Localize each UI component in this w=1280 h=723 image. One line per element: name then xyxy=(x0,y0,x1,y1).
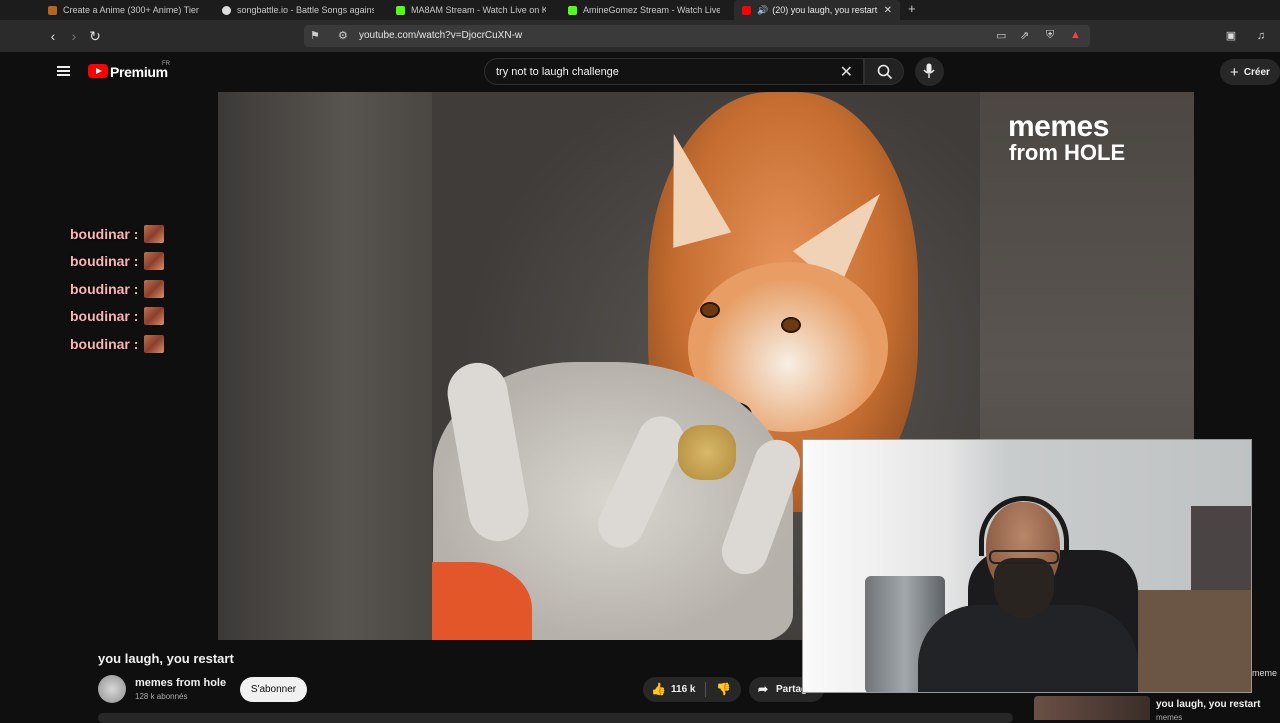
chat-message: boudinar : xyxy=(70,306,165,326)
clear-search-icon[interactable]: ✕ xyxy=(840,62,853,82)
channel-name[interactable]: memes from hole xyxy=(135,677,226,689)
close-tab-icon[interactable]: ✕ xyxy=(884,5,892,16)
video-title: you laugh, you restart xyxy=(98,651,234,666)
reload-icon[interactable]: ↻ xyxy=(86,27,104,45)
chat-message: boudinar : xyxy=(70,334,165,354)
emote-icon xyxy=(144,225,165,243)
chat-message: boudinar : xyxy=(70,251,165,271)
recommendation-thumbnail[interactable] xyxy=(1034,696,1150,720)
menu-icon[interactable] xyxy=(57,66,70,76)
streamer-body xyxy=(918,605,1138,692)
recommendation-title[interactable]: you laugh, you restart xyxy=(1156,699,1260,710)
divider xyxy=(705,682,706,697)
tab-youtube-active[interactable]: 🔊 (20) you laugh, you restart - Y ✕ xyxy=(734,0,900,20)
description-box[interactable] xyxy=(98,713,1013,723)
tab-aminegomez-stream[interactable]: AmineGomez Stream - Watch Live on xyxy=(560,0,728,20)
brave-shield-icon[interactable]: ⛨ xyxy=(1046,29,1054,42)
browser-tab-strip: Create a Anime (300+ Anime) Tier Li song… xyxy=(0,0,1280,20)
back-arrow-icon[interactable]: ‹ xyxy=(44,27,62,45)
blurred-left-panel xyxy=(218,92,432,640)
songbattle-favicon-icon xyxy=(222,5,231,15)
thumbs-down-icon[interactable]: 👎 xyxy=(716,682,731,696)
youtube-favicon-icon xyxy=(742,5,751,15)
fox-eye-left xyxy=(700,302,720,318)
plus-icon: + xyxy=(1230,63,1239,81)
create-button[interactable]: + Créer xyxy=(1220,59,1280,85)
like-count[interactable]: 116 k xyxy=(671,684,695,695)
kick-favicon-icon xyxy=(396,5,405,15)
url-text[interactable]: youtube.com/watch?v=DjocrCuXN-w xyxy=(359,30,522,41)
speaker-icon: 🔊 xyxy=(757,4,769,15)
subscriber-count: 128 k abonnés xyxy=(135,692,188,701)
recommendation-channel[interactable]: memes xyxy=(1156,713,1182,722)
cast-icon[interactable]: ▭ xyxy=(996,29,1006,42)
webcam-overlay xyxy=(802,439,1252,693)
address-bar[interactable]: ⚑ ⚙ youtube.com/watch?v=DjocrCuXN-w ▭ ⇗ … xyxy=(304,25,1090,47)
tab-ma8am-stream[interactable]: MA8AM Stream - Watch Live on Kick xyxy=(388,0,554,20)
emote-icon xyxy=(144,335,165,353)
kick-favicon-icon xyxy=(568,5,577,15)
youtube-premium-logo[interactable]: Premium xyxy=(110,64,168,80)
watermark-line1: memes xyxy=(1008,110,1109,143)
share-arrow-icon: ➦ xyxy=(758,682,769,696)
emote-icon xyxy=(144,252,165,270)
fox-eye-right xyxy=(781,317,801,333)
youtube-logo-icon[interactable] xyxy=(88,64,108,78)
emote-icon xyxy=(144,307,165,325)
thumbs-up-icon[interactable]: 👍 xyxy=(651,682,666,696)
emote-icon xyxy=(144,280,165,298)
youtube-header: Premium FR try not to laugh challenge ✕ … xyxy=(38,52,1280,92)
search-button[interactable] xyxy=(864,58,904,85)
share-page-icon[interactable]: ⇗ xyxy=(1020,29,1029,42)
forward-arrow-icon[interactable]: › xyxy=(65,27,83,45)
streamer-beard xyxy=(994,558,1054,618)
like-dislike-bar: 👍 116 k 👎 xyxy=(643,677,741,702)
browser-toolbar: ‹ › ↻ ⚑ ⚙ youtube.com/watch?v=DjocrCuXN-… xyxy=(0,20,1280,52)
channel-avatar[interactable] xyxy=(98,675,126,703)
country-code: FR xyxy=(162,61,170,67)
sidebar-toggle-icon[interactable]: ▣ xyxy=(1222,27,1240,45)
new-tab-button[interactable]: + xyxy=(908,1,916,16)
search-icon xyxy=(877,64,893,80)
microphone-icon xyxy=(923,63,935,78)
tab-anime-tier-list[interactable]: Create a Anime (300+ Anime) Tier Li xyxy=(40,0,210,20)
search-query[interactable]: try not to laugh challenge xyxy=(496,66,619,78)
bookmark-icon[interactable]: ⚑ xyxy=(310,29,320,42)
food-treat xyxy=(678,425,736,480)
subscribe-button[interactable]: S'abonner xyxy=(240,677,307,702)
brave-rewards-icon[interactable]: ▲ xyxy=(1070,29,1081,41)
site-info-icon[interactable]: ⚙ xyxy=(338,29,348,42)
chat-message: boudinar : xyxy=(70,224,165,244)
tab-songbattle[interactable]: songbattle.io - Battle Songs against xyxy=(214,0,382,20)
chat-message: boudinar : xyxy=(70,279,165,299)
music-icon[interactable]: ♫ xyxy=(1252,27,1270,45)
tier-list-favicon-icon xyxy=(48,5,57,15)
watermark-line2: from HOLE xyxy=(1009,140,1126,165)
voice-search-button[interactable] xyxy=(915,57,944,86)
search-input[interactable]: try not to laugh challenge ✕ xyxy=(484,58,864,85)
filter-chip[interactable]: meme xyxy=(1252,668,1277,678)
